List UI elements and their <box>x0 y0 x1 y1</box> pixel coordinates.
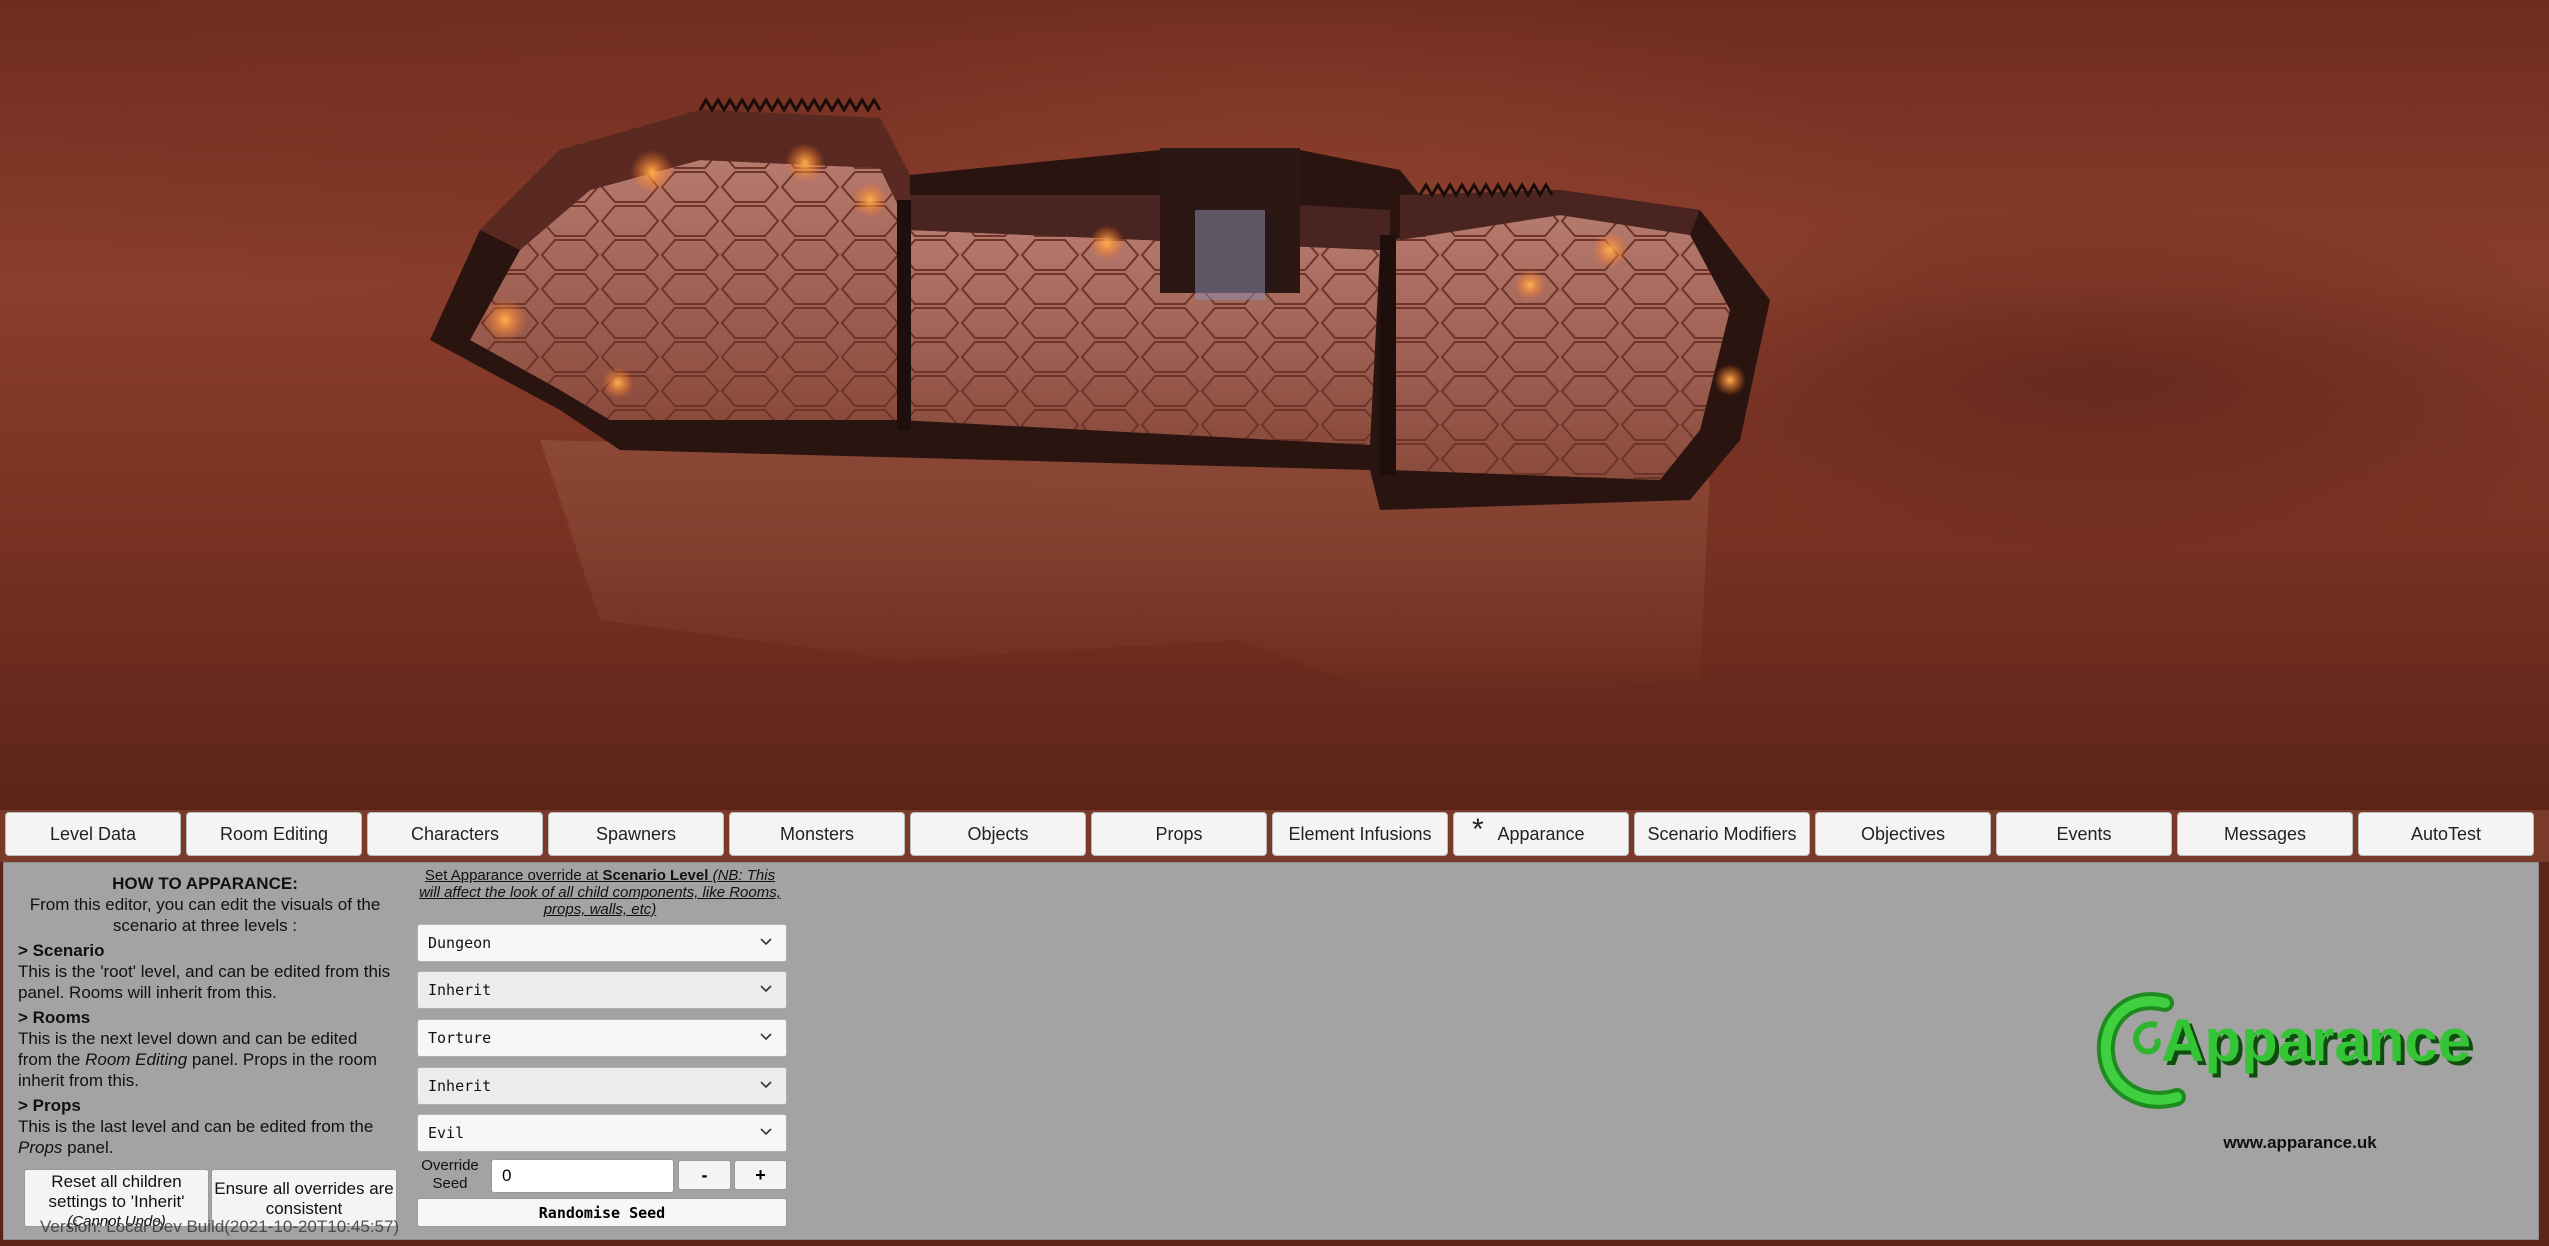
minus-label: - <box>701 1164 708 1185</box>
apparance-logo: Apparance Apparance <box>2096 992 2475 1109</box>
tab-label: AutoTest <box>2410 823 2482 844</box>
chevron-down-icon <box>760 1081 772 1089</box>
ensure-button-label: Ensure all overrides are consistent <box>214 1179 394 1218</box>
level-3d-viewport[interactable] <box>0 0 2549 810</box>
tab-messages[interactable]: Messages <box>2177 812 2353 856</box>
mood-select[interactable]: Evil <box>417 1114 787 1152</box>
props-ref: Props <box>18 1138 63 1157</box>
tab-objects[interactable]: Objects <box>910 812 1086 856</box>
logo-wordmark: Apparance <box>2161 1007 2471 1074</box>
style-select[interactable]: Torture <box>417 1019 787 1057</box>
version-label: Version: Local Dev Build(2021-10-20T10:4… <box>40 1217 400 1236</box>
scenario-heading: > Scenario <box>18 941 105 960</box>
tab-label: Monsters <box>779 823 855 844</box>
randomise-seed-button[interactable]: Randomise Seed <box>417 1198 787 1227</box>
tab-level-data[interactable]: Level Data <box>5 812 181 856</box>
tab-scenario-modifiers[interactable]: Scenario Modifiers <box>1634 812 1810 856</box>
props-text: This is the last level and can be edited… <box>18 1117 374 1136</box>
tab-label: Spawners <box>595 823 677 844</box>
tab-monsters[interactable]: Monsters <box>729 812 905 856</box>
tab-characters[interactable]: Characters <box>367 812 543 856</box>
note-text: Set Apparance override at <box>424 867 603 884</box>
chevron-down-icon <box>760 985 772 993</box>
active-tab-marker: * <box>1472 813 1484 846</box>
props-text: panel. <box>62 1138 114 1157</box>
tab-label: Characters <box>410 823 500 844</box>
select-value: Inherit <box>428 1077 492 1095</box>
tab-label: Events <box>2056 823 2112 844</box>
plus-label: + <box>755 1164 766 1185</box>
tab-label: Scenario Modifiers <box>1647 823 1797 844</box>
theme-select[interactable]: Dungeon <box>417 924 787 962</box>
tab-objectives[interactable]: Objectives <box>1815 812 1991 856</box>
override-scope-note: Set Apparance override at Scenario Level… <box>416 867 784 918</box>
seed-decrement-button[interactable]: - <box>678 1160 731 1190</box>
select-value: Inherit <box>428 981 492 999</box>
select-value: Torture <box>428 1029 492 1047</box>
sub-theme-select[interactable]: Inherit <box>417 971 787 1009</box>
howto-intro: From this editor, you can edit the visua… <box>29 895 381 935</box>
tab-label: Messages <box>2223 823 2307 844</box>
chevron-down-icon <box>760 1128 772 1136</box>
dungeon-scene <box>430 97 1770 700</box>
tab-events[interactable]: Events <box>1996 812 2172 856</box>
note-level: Scenario Level <box>602 867 709 884</box>
props-description: This is the last level and can be edited… <box>18 1116 392 1158</box>
override-seed-label: Override Seed <box>421 1157 479 1192</box>
select-value: Evil <box>428 1124 465 1142</box>
tab-autotest[interactable]: AutoTest <box>2358 812 2534 856</box>
tab-props[interactable]: Props <box>1091 812 1267 856</box>
tab-label: Objectives <box>1860 823 1946 844</box>
rooms-description: This is the next level down and can be e… <box>18 1028 392 1091</box>
chevron-down-icon <box>760 938 772 946</box>
tab-label: Objects <box>967 823 1029 844</box>
tab-room-editing[interactable]: Room Editing <box>186 812 362 856</box>
tab-label: Level Data <box>49 823 137 844</box>
editor-tab-bar: Level Data Room Editing Characters Spawn… <box>0 810 2549 862</box>
reset-button-label: Reset all children settings to 'Inherit' <box>48 1172 185 1211</box>
scenario-description: This is the 'root' level, and can be edi… <box>18 962 391 1002</box>
howto-title: HOW TO APPARANCE: <box>112 874 298 893</box>
tab-element-infusions[interactable]: Element Infusions <box>1272 812 1448 856</box>
how-to-help-text: HOW TO APPARANCE: From this editor, you … <box>18 873 392 1158</box>
chevron-down-icon <box>760 1033 772 1041</box>
tab-label: Element Infusions <box>1288 823 1432 844</box>
tab-apparance[interactable]: * Apparance <box>1453 812 1629 856</box>
apparance-url: www.apparance.uk <box>2223 1133 2377 1152</box>
randomise-label: Randomise Seed <box>538 1203 666 1222</box>
props-heading: > Props <box>18 1096 81 1115</box>
tab-label: Props <box>1155 823 1203 844</box>
tab-spawners[interactable]: Spawners <box>548 812 724 856</box>
rooms-heading: > Rooms <box>18 1008 91 1027</box>
room-editing-ref: Room Editing <box>85 1050 188 1069</box>
seed-input[interactable] <box>491 1159 674 1193</box>
tab-label: Room Editing <box>219 823 329 844</box>
sub-style-select[interactable]: Inherit <box>417 1067 787 1105</box>
seed-increment-button[interactable]: + <box>734 1160 787 1190</box>
select-value: Dungeon <box>428 934 492 952</box>
tab-label: Apparance <box>1497 823 1585 844</box>
